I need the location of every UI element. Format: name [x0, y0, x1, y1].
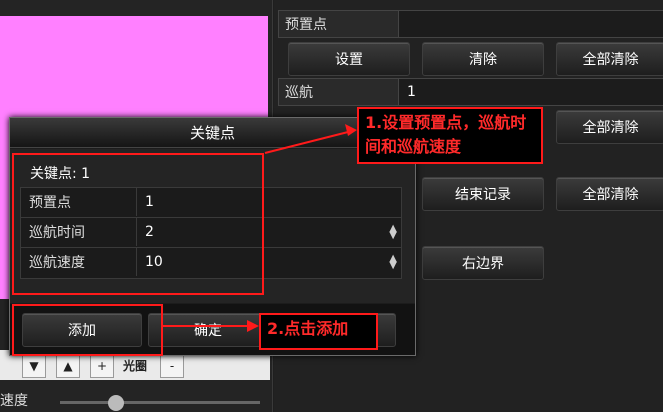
- step2-annotation: 2.点击添加: [259, 313, 378, 350]
- arrow-to-step2-icon: [163, 320, 259, 332]
- annotation-arrows: [163, 124, 357, 332]
- arrow-to-step1-icon: [264, 124, 357, 154]
- step1-annotation: 1.设置预置点，巡航时间和巡航速度: [357, 107, 543, 164]
